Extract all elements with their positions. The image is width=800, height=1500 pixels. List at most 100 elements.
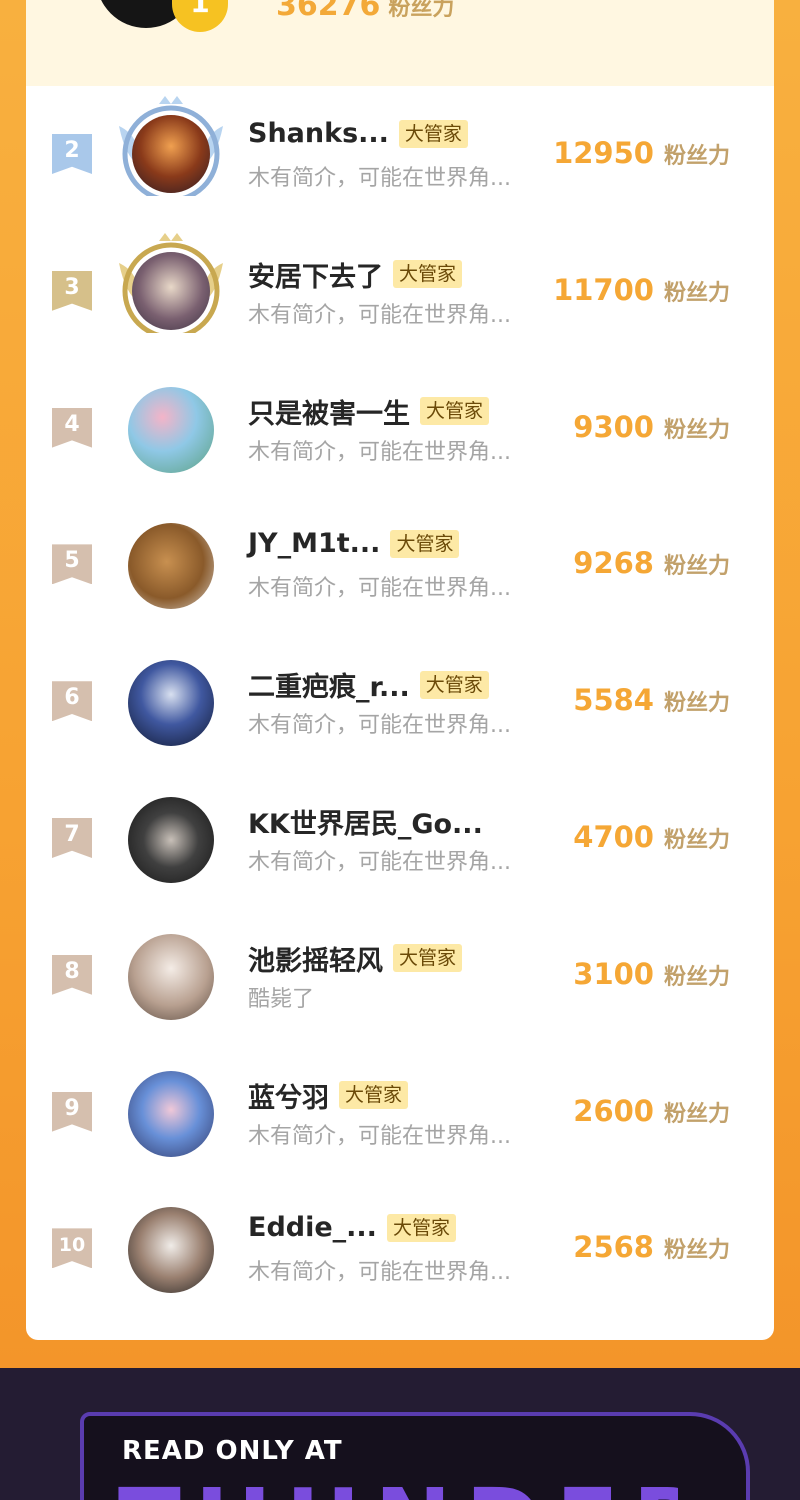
- list-item[interactable]: 2 Shanks... 大管家木有简介，可能在世界角... 12950 粉丝力: [26, 86, 774, 223]
- score-value: 2568: [573, 1230, 654, 1265]
- score-value: 2600: [573, 1093, 654, 1128]
- rank-flag: 4: [52, 407, 92, 448]
- rank-flag: 6: [52, 681, 92, 722]
- avatar[interactable]: [128, 1070, 214, 1157]
- status-badge: 大管家: [419, 670, 489, 699]
- score-unit: 粉丝力: [388, 0, 455, 21]
- user-bio: 木有简介，可能在世界角...: [248, 302, 511, 328]
- rank-flag: 2: [52, 134, 92, 174]
- fan-score: 5584 粉丝力: [573, 683, 730, 717]
- user-bio: 木有简介，可能在世界角...: [248, 1260, 511, 1286]
- avatar[interactable]: [128, 386, 214, 473]
- score-unit: 粉丝力: [663, 964, 730, 990]
- score-value: 12950: [553, 136, 654, 170]
- name-line: 二重疤痕_r... 大管家: [248, 665, 489, 704]
- rank-flag: 7: [52, 817, 92, 858]
- score-value: 4700: [573, 819, 654, 854]
- banner-line2-wrap: THUNDER: [118, 1478, 678, 1500]
- user-name[interactable]: Shanks...: [248, 118, 389, 149]
- user-name[interactable]: 蓝兮羽: [248, 1076, 329, 1115]
- score-value: 9300: [573, 409, 654, 444]
- leaderboard-card: 1 36276 粉丝力 2 Shanks... 大管家 木有简介，可能在世界角... 12…: [26, 0, 774, 1340]
- score-unit: 粉丝力: [663, 827, 730, 853]
- avatar[interactable]: [128, 933, 214, 1020]
- avatar[interactable]: [132, 115, 210, 193]
- name-line: KK世界居民_Go...: [248, 802, 483, 841]
- top-rank-strip: 1 36276 粉丝力: [26, 0, 774, 86]
- user-bio: 木有简介，可能在世界角...: [248, 576, 511, 602]
- score-value: 9268: [573, 546, 654, 581]
- status-badge: 大管家: [393, 944, 463, 973]
- user-name[interactable]: Eddie_...: [248, 1212, 377, 1243]
- user-name[interactable]: JY_M1t...: [248, 528, 380, 559]
- watermark-banner: READ ONLY AT THUNDER: [0, 1368, 800, 1500]
- score-unit: 粉丝力: [663, 417, 730, 443]
- name-line: 蓝兮羽 大管家: [248, 1076, 409, 1115]
- score-unit: 粉丝力: [663, 1101, 730, 1127]
- status-badge: 大管家: [339, 1081, 409, 1110]
- fan-score: 12950 粉丝力: [553, 136, 730, 170]
- fan-score: 9300 粉丝力: [573, 410, 730, 444]
- score-value: 36276: [276, 0, 381, 23]
- user-name[interactable]: 只是被害一生: [248, 392, 410, 431]
- user-bio: 木有简介，可能在世界角...: [248, 1123, 511, 1149]
- user-bio: 木有简介，可能在世界角...: [248, 166, 511, 191]
- status-badge: 大管家: [420, 397, 490, 426]
- avatar[interactable]: [128, 1207, 214, 1294]
- fan-score: 2568 粉丝力: [573, 1230, 730, 1264]
- banner-line1: READ ONLY AT: [122, 1436, 343, 1466]
- list-item[interactable]: 9 蓝兮羽 大管家木有简介，可能在世界角... 2600 粉丝力: [26, 1044, 774, 1181]
- status-badge: 大管家: [386, 1213, 456, 1242]
- name-line: 只是被害一生 大管家: [248, 392, 490, 431]
- list-item[interactable]: 8 池影摇轻风 大管家酷毙了 3100 粉丝力: [26, 907, 774, 1044]
- user-name[interactable]: 池影摇轻风: [248, 939, 383, 978]
- list-item[interactable]: 3 安居下去了 大管家木有简介，可能在世界角... 11700 粉丝力: [26, 223, 774, 360]
- user-name[interactable]: 安居下去了: [248, 255, 383, 294]
- score-unit: 粉丝力: [663, 144, 730, 169]
- list-item[interactable]: 10 Eddie_... 大管家木有简介，可能在世界角... 2568 粉丝力: [26, 1180, 774, 1317]
- score-unit: 粉丝力: [663, 280, 730, 306]
- score-unit: 粉丝力: [663, 554, 730, 580]
- list-item[interactable]: 7 KK世界居民_Go... 木有简介，可能在世界角... 4700 粉丝力: [26, 770, 774, 907]
- user-bio: 酷毙了: [248, 986, 315, 1012]
- avatar[interactable]: [128, 796, 214, 883]
- rank-flag: 5: [52, 544, 92, 585]
- top-score: 36276 粉丝力: [276, 0, 454, 23]
- score-value: 5584: [573, 683, 654, 718]
- avatar[interactable]: [128, 523, 214, 610]
- name-line: 安居下去了 大管家: [248, 255, 463, 294]
- name-line: 池影摇轻风 大管家: [248, 939, 463, 978]
- banner-box: READ ONLY AT THUNDER: [80, 1412, 750, 1500]
- name-line: Shanks... 大管家: [248, 118, 468, 149]
- fan-score: 11700 粉丝力: [553, 273, 730, 307]
- avatar[interactable]: [128, 660, 214, 747]
- name-line: JY_M1t... 大管家: [248, 528, 460, 559]
- fan-score: 4700 粉丝力: [573, 820, 730, 854]
- user-name[interactable]: KK世界居民_Go...: [248, 802, 483, 841]
- fan-score: 2600 粉丝力: [573, 1094, 730, 1128]
- rank-badge: 1: [172, 0, 228, 32]
- banner-line2: THUNDER: [118, 1478, 678, 1500]
- score-value: 11700: [553, 272, 654, 307]
- score-unit: 粉丝力: [663, 691, 730, 717]
- list-item[interactable]: 6 二重疤痕_r... 大管家木有简介，可能在世界角... 5584 粉丝力: [26, 633, 774, 770]
- list-item[interactable]: 4 只是被害一生 大管家木有简介，可能在世界角... 9300 粉丝力: [26, 360, 774, 497]
- fan-score: 9268 粉丝力: [573, 546, 730, 580]
- rank-flag: 10: [52, 1228, 92, 1269]
- score-value: 3100: [573, 956, 654, 991]
- user-bio: 木有简介，可能在世界角...: [248, 439, 511, 465]
- rank-list: 2 Shanks... 大管家 木有简介，可能在世界角... 12950 粉丝力 3 安居下去…: [26, 86, 774, 1317]
- user-bio: 木有简介，可能在世界角...: [248, 713, 511, 739]
- rank-flag: 8: [52, 954, 92, 995]
- name-line: Eddie_... 大管家: [248, 1212, 456, 1243]
- rank-flag: 3: [52, 270, 92, 311]
- fan-score: 3100 粉丝力: [573, 957, 730, 991]
- avatar[interactable]: [132, 251, 210, 330]
- list-item[interactable]: 5 JY_M1t... 大管家木有简介，可能在世界角... 9268 粉丝力: [26, 496, 774, 633]
- user-name[interactable]: 二重疤痕_r...: [248, 665, 410, 704]
- rank-flag: 9: [52, 1091, 92, 1132]
- score-unit: 粉丝力: [663, 1238, 730, 1264]
- status-badge: 大管家: [393, 260, 463, 289]
- user-bio: 木有简介，可能在世界角...: [248, 849, 511, 875]
- status-badge: 大管家: [398, 119, 468, 148]
